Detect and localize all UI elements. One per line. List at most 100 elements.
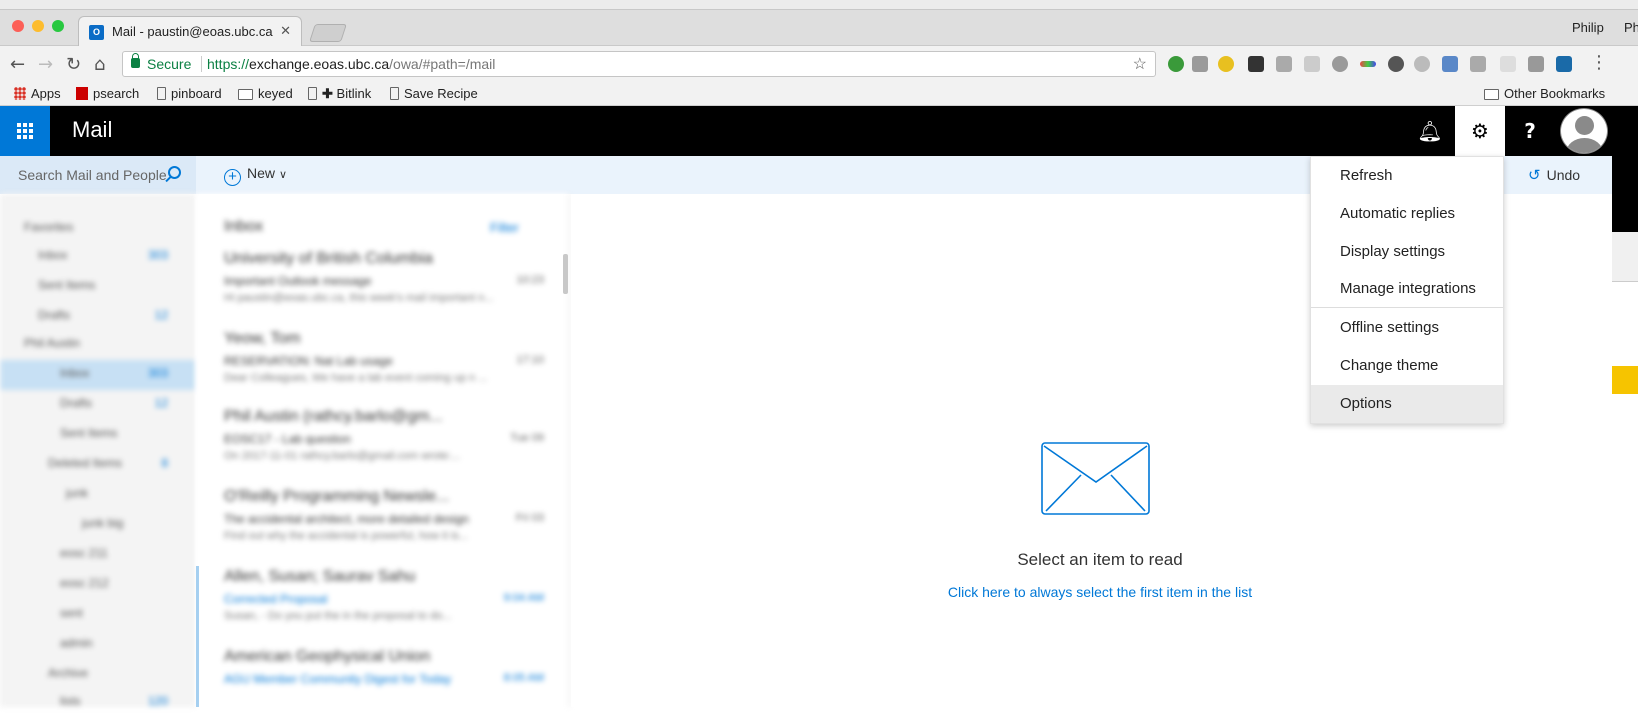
bookmark-star-icon[interactable]: ☆ bbox=[1133, 54, 1147, 74]
folder-item[interactable]: Deleted Items 8 bbox=[48, 456, 168, 478]
bookmark-bitlink[interactable]: ✚ Bitlink bbox=[308, 86, 371, 102]
extension-icon[interactable] bbox=[1218, 56, 1234, 72]
message-item[interactable]: American Geophysical Union AGU Member Co… bbox=[224, 648, 544, 718]
close-tab-icon[interactable]: ✕ bbox=[280, 23, 291, 39]
folder-item[interactable]: eosc 211 bbox=[60, 546, 168, 568]
window-edge bbox=[1612, 106, 1638, 232]
message-item[interactable]: Allen, Susan; Saurav Sahu Corrected Prop… bbox=[224, 568, 544, 638]
folder-item[interactable]: sent bbox=[60, 606, 168, 628]
menu-item-automatic-replies[interactable]: Automatic replies bbox=[1311, 195, 1503, 233]
undo-button[interactable]: ↺ Undo bbox=[1528, 166, 1580, 184]
browser-tab[interactable]: O Mail - paustin@eoas.ubc.ca ✕ bbox=[78, 16, 302, 46]
window-edge bbox=[1612, 232, 1638, 282]
home-icon[interactable]: ⌂ bbox=[94, 54, 105, 75]
message-item[interactable]: Phil Austin (rathcy.barlo@gm... EOSC17 -… bbox=[224, 408, 544, 478]
bookmark-psearch[interactable]: psearch bbox=[76, 86, 139, 101]
psearch-icon bbox=[76, 87, 88, 100]
folder-item[interactable]: Favorites bbox=[24, 220, 174, 242]
message-list: Inbox Filter University of British Colum… bbox=[196, 194, 570, 707]
folder-item[interactable]: Drafts 12 bbox=[38, 308, 168, 330]
folder-item[interactable]: eosc 212 bbox=[60, 576, 168, 598]
page-icon bbox=[390, 87, 399, 100]
folder-item[interactable]: junk big bbox=[82, 516, 172, 538]
message-list-scrollbar[interactable] bbox=[563, 254, 568, 294]
new-message-button[interactable]: + New ∨ bbox=[224, 165, 287, 186]
new-tab-button[interactable] bbox=[309, 24, 347, 42]
secure-label: Secure bbox=[147, 56, 192, 72]
folder-item[interactable]: admin bbox=[60, 636, 168, 658]
search-input[interactable]: Search Mail and People bbox=[0, 156, 196, 194]
extension-icon[interactable] bbox=[1248, 56, 1264, 72]
menu-item-change-theme[interactable]: Change theme bbox=[1311, 347, 1503, 385]
menu-item-options[interactable]: Options bbox=[1311, 385, 1503, 423]
folder-item[interactable]: Inbox 303 bbox=[38, 248, 168, 270]
message-item[interactable]: O'Reilly Programming Newsle... The accid… bbox=[224, 488, 544, 558]
page-icon bbox=[308, 87, 317, 100]
menu-item-refresh[interactable]: Refresh bbox=[1311, 157, 1503, 195]
apps-grid-icon bbox=[14, 87, 26, 100]
chrome-menu-icon[interactable]: ⋮ bbox=[1590, 52, 1608, 73]
menu-item-offline-settings[interactable]: Offline settings bbox=[1311, 309, 1503, 347]
folder-item[interactable]: Sent Items bbox=[38, 278, 168, 300]
extension-icon[interactable] bbox=[1388, 56, 1404, 72]
window-edge bbox=[1612, 366, 1638, 394]
profile-name[interactable]: Philip bbox=[1572, 20, 1604, 35]
folder-item[interactable]: Sent Items bbox=[60, 426, 168, 448]
browser-tabstrip: O Mail - paustin@eoas.ubc.ca ✕ Philip Ph bbox=[0, 10, 1638, 46]
extension-icon[interactable] bbox=[1414, 56, 1430, 72]
bookmark-save-recipe[interactable]: Save Recipe bbox=[390, 86, 478, 101]
help-icon[interactable]: ? bbox=[1505, 106, 1555, 156]
extension-icon[interactable] bbox=[1192, 56, 1208, 72]
extension-icon[interactable] bbox=[1528, 56, 1544, 72]
extension-icon[interactable] bbox=[1360, 61, 1376, 67]
profile-name-clipped: Ph bbox=[1624, 20, 1638, 35]
reading-pane-empty-title: Select an item to read bbox=[1017, 550, 1183, 569]
app-launcher-button[interactable] bbox=[0, 106, 50, 156]
close-window-button[interactable] bbox=[12, 20, 24, 32]
extension-icon[interactable] bbox=[1332, 56, 1348, 72]
search-placeholder: Search Mail and People bbox=[18, 167, 167, 183]
extension-icon[interactable] bbox=[1304, 56, 1320, 72]
extension-icon[interactable] bbox=[1276, 56, 1292, 72]
folder-icon bbox=[1484, 89, 1499, 100]
select-first-item-link[interactable]: Click here to always select the first it… bbox=[850, 584, 1350, 600]
folder-item[interactable]: Phil Austin bbox=[24, 336, 174, 358]
folder-item[interactable]: lists 120 bbox=[60, 694, 168, 716]
folder-item[interactable]: Archive bbox=[48, 666, 168, 688]
extension-icon[interactable] bbox=[1556, 56, 1572, 72]
address-bar[interactable]: Secure https://exchange.eoas.ubc.ca/owa/… bbox=[122, 51, 1156, 77]
folder-item[interactable]: Inbox 303 bbox=[0, 360, 196, 390]
extension-icon[interactable] bbox=[1500, 56, 1516, 72]
app-title[interactable]: Mail bbox=[72, 117, 112, 143]
forward-icon[interactable]: → bbox=[38, 54, 53, 75]
folder-item[interactable]: junk bbox=[66, 486, 166, 508]
settings-menu: Refresh Automatic replies Display settin… bbox=[1310, 156, 1504, 424]
bookmark-keyed[interactable]: keyed bbox=[238, 86, 293, 101]
bookmark-apps[interactable]: Apps bbox=[14, 86, 61, 101]
mac-menubar bbox=[0, 0, 1638, 10]
address-separator bbox=[201, 56, 202, 72]
selection-indicator bbox=[196, 566, 199, 707]
back-icon[interactable]: ← bbox=[10, 54, 25, 75]
reload-icon[interactable]: ↻ bbox=[66, 54, 81, 75]
bookmark-pinboard[interactable]: pinboard bbox=[157, 86, 222, 101]
gear-icon[interactable]: ⚙ bbox=[1455, 106, 1505, 156]
page-icon bbox=[157, 87, 166, 100]
extension-icon[interactable] bbox=[1442, 56, 1458, 72]
extension-icon[interactable] bbox=[1470, 56, 1486, 72]
chevron-down-icon[interactable]: ∨ bbox=[279, 169, 287, 181]
menu-item-display-settings[interactable]: Display settings bbox=[1311, 233, 1503, 271]
plus-icon: + bbox=[224, 169, 241, 186]
minimize-window-button[interactable] bbox=[32, 20, 44, 32]
menu-item-manage-integrations[interactable]: Manage integrations bbox=[1311, 270, 1503, 308]
bookmark-other[interactable]: Other Bookmarks bbox=[1484, 86, 1605, 101]
zoom-window-button[interactable] bbox=[52, 20, 64, 32]
filter-button[interactable]: Filter bbox=[490, 220, 519, 235]
search-icon[interactable] bbox=[168, 166, 181, 179]
extension-icon[interactable] bbox=[1168, 56, 1184, 72]
bell-icon[interactable]: 🔔︎ bbox=[1405, 106, 1455, 156]
message-item[interactable]: Yeow, Tom RESERVATION: Nat Lab usage 17:… bbox=[224, 330, 544, 400]
folder-item[interactable]: Drafts 12 bbox=[60, 396, 168, 418]
message-item[interactable]: University of British Columbia Important… bbox=[224, 250, 544, 320]
avatar[interactable] bbox=[1560, 108, 1608, 154]
